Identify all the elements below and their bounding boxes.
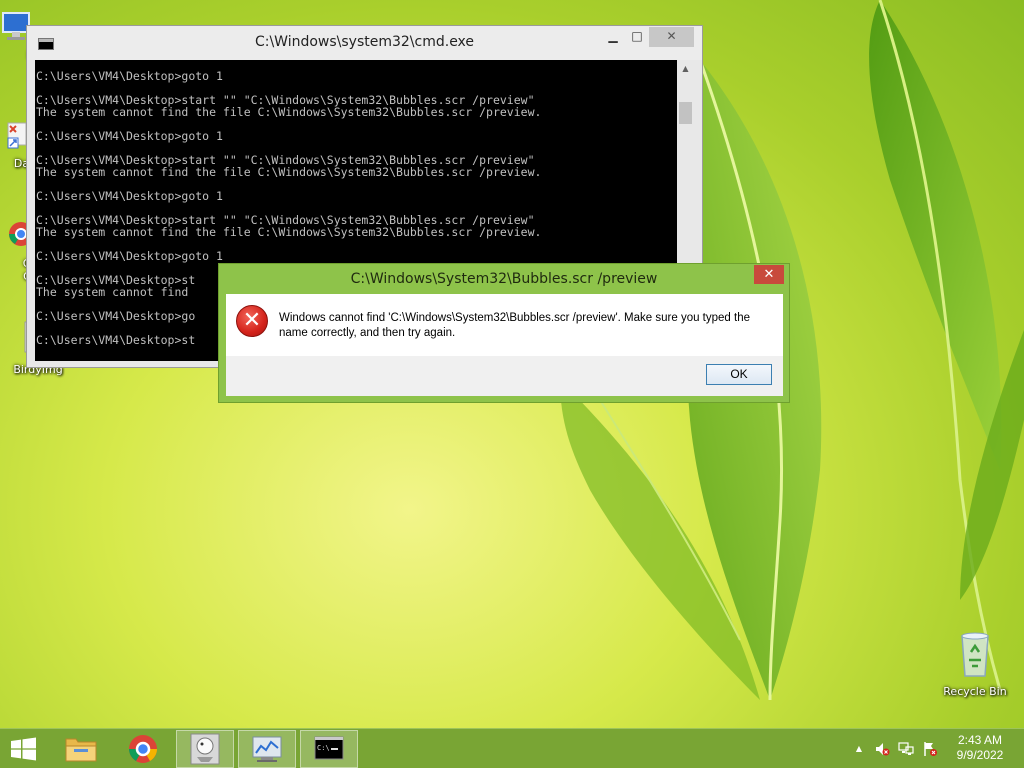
close-button[interactable]: ✕ [649, 27, 694, 47]
network-icon[interactable] [898, 741, 914, 757]
desktop-icon-recycle-bin[interactable]: Recycle Bin [937, 630, 1013, 698]
svg-text:C:\: C:\ [317, 744, 330, 752]
taskbar-birdyimg[interactable] [176, 730, 234, 768]
cmd-line: C:\Users\VM4\Desktop>goto 1 [36, 69, 223, 83]
taskbar-cmd[interactable]: C:\ [300, 730, 358, 768]
clock-time: 2:43 AM [957, 733, 1003, 747]
error-dialog-title[interactable]: C:\Windows\System32\Bubbles.scr /preview [219, 271, 789, 287]
scroll-thumb[interactable] [679, 102, 692, 124]
folder-icon [65, 738, 97, 762]
start-button[interactable] [0, 730, 58, 768]
recycle-bin-icon [961, 632, 989, 677]
cmd-line: The system cannot find the file C:\Windo… [36, 105, 542, 119]
taskbar-resource-monitor[interactable] [238, 730, 296, 768]
show-hidden-icons-button[interactable]: ▲ [851, 741, 867, 757]
bird-image-icon [190, 733, 220, 765]
cmd-line: C:\Users\VM4\Desktop>goto 1 [36, 129, 223, 143]
cmd-line: C:\Users\VM4\Desktop>goto 1 [36, 249, 223, 263]
cmd-window-title: C:\Windows\system32\cmd.exe [254, 34, 475, 50]
clock-date: 9/9/2022 [956, 748, 1004, 762]
scroll-up-arrow-icon[interactable]: ▲ [677, 60, 694, 77]
taskbar-file-explorer[interactable] [52, 730, 110, 768]
windows-logo-icon [11, 737, 36, 761]
maximize-button[interactable]: □ [628, 27, 646, 47]
cmd-line: The system cannot find the file C:\Windo… [36, 225, 542, 239]
action-center-flag-icon[interactable] [922, 741, 938, 757]
taskbar-chrome[interactable] [114, 730, 172, 768]
taskbar-clock[interactable]: 2:43 AM 9/9/2022 [950, 733, 1010, 763]
error-message: Windows cannot find 'C:\Windows\System32… [279, 312, 750, 339]
chrome-icon [129, 735, 157, 763]
desktop-icon-label: Recycle Bin [943, 685, 1007, 698]
cmd-icon: C:\ [314, 736, 344, 760]
error-dialog-footer: OK [226, 356, 783, 396]
error-dialog: C:\Windows\System32\Bubbles.scr /preview… [218, 263, 790, 403]
cmd-line: The system cannot find the file C:\Windo… [36, 165, 542, 179]
minimize-button[interactable]: ▁ [604, 27, 622, 47]
taskbar: C:\ ▲ 2:43 AM 9/9/2022 [0, 728, 1024, 768]
dialog-close-button[interactable]: ✕ [754, 265, 784, 284]
monitor-chart-icon [252, 736, 282, 762]
ok-button[interactable]: OK [706, 364, 772, 385]
cmd-line: C:\Users\VM4\Desktop>goto 1 [36, 189, 223, 203]
error-icon: ✕ [236, 305, 268, 337]
cmd-titlebar[interactable]: C:\Windows\system32\cmd.exe ▁ □ ✕ [27, 26, 702, 60]
error-dialog-content: ✕ Windows cannot find 'C:\Windows\System… [226, 294, 783, 356]
volume-muted-icon[interactable] [874, 741, 890, 757]
